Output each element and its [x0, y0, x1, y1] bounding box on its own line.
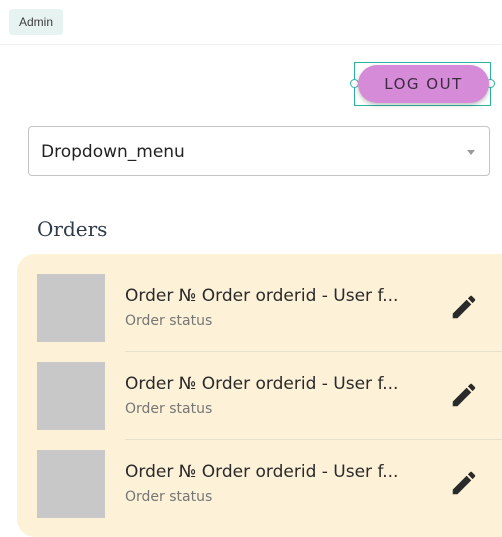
order-status: Order status	[125, 401, 213, 417]
orders-title: Orders	[37, 217, 108, 241]
pencil-icon	[452, 383, 476, 407]
logout-selection-frame: LOG OUT	[350, 62, 495, 106]
dropdown-selected-value: Dropdown_menu	[41, 142, 185, 162]
edit-button[interactable]	[449, 292, 479, 322]
order-status: Order status	[125, 313, 213, 329]
caret-down-icon	[467, 150, 475, 155]
order-list-item[interactable]: Order № Order orderid - User f... Order …	[17, 342, 502, 430]
order-thumbnail	[37, 362, 105, 430]
top-divider	[0, 44, 502, 45]
order-status: Order status	[125, 489, 213, 505]
dropdown-menu[interactable]: Dropdown_menu	[28, 126, 490, 176]
orders-list: Order № Order orderid - User f... Order …	[17, 254, 502, 537]
order-list-item[interactable]: Order № Order orderid - User f... Order …	[17, 254, 502, 342]
order-thumbnail	[37, 450, 105, 518]
pencil-icon	[452, 471, 476, 495]
pencil-icon	[452, 295, 476, 319]
order-title: Order № Order orderid - User f...	[125, 286, 399, 306]
order-thumbnail	[37, 274, 105, 342]
page: Admin LOG OUT Dropdown_menu Orders Order…	[0, 0, 502, 537]
logout-button[interactable]: LOG OUT	[358, 65, 489, 103]
edit-button[interactable]	[449, 380, 479, 410]
edit-button[interactable]	[449, 468, 479, 498]
order-list-item[interactable]: Order № Order orderid - User f... Order …	[17, 430, 502, 518]
order-title: Order № Order orderid - User f...	[125, 374, 399, 394]
admin-badge: Admin	[9, 9, 64, 35]
order-title: Order № Order orderid - User f...	[125, 462, 399, 482]
